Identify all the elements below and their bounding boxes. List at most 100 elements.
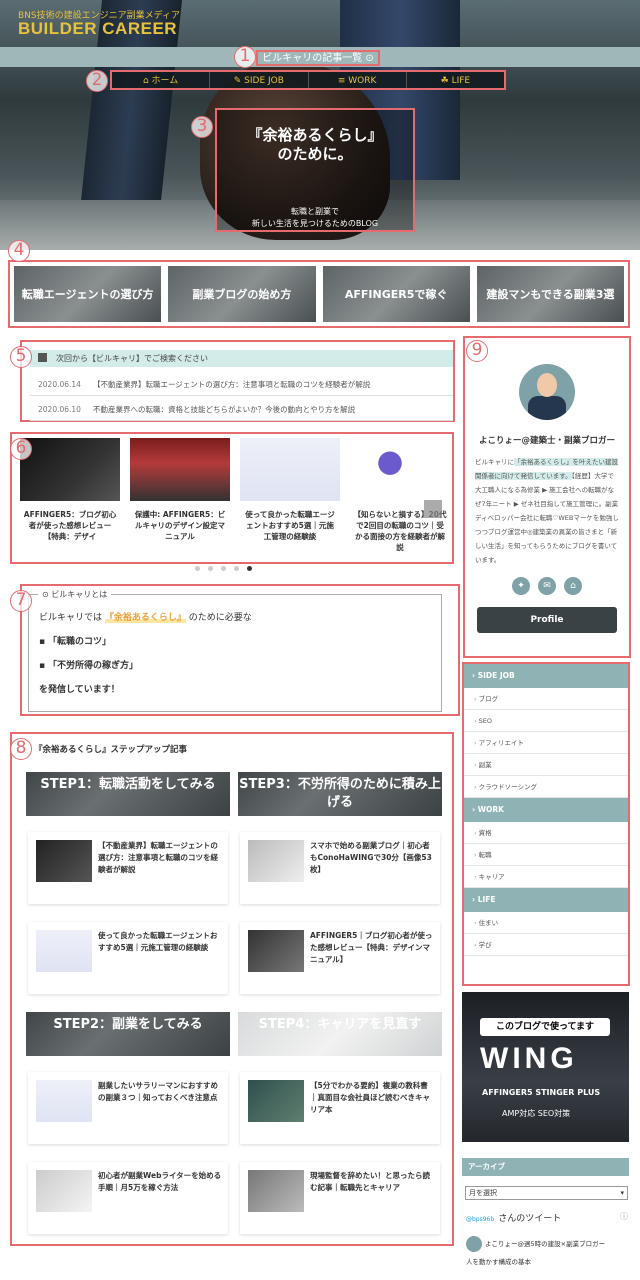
annotation-8: 8 [10, 738, 32, 760]
annotation-2: 2 [86, 70, 108, 92]
news-title: 【不動産業界】転職エージェントの選び方：注意事項と転職のコツを経験者が解説 [92, 380, 371, 389]
archive-select-value: 月を選択 [469, 1189, 497, 1197]
category-card[interactable]: 転職エージェントの選び方 [14, 266, 162, 322]
carousel-dot[interactable] [195, 566, 200, 571]
carousel-dot[interactable] [208, 566, 213, 571]
menu-item[interactable]: ブログ [464, 688, 628, 710]
avatar-body [528, 396, 566, 420]
card-thumbnail [20, 438, 120, 501]
info-icon[interactable]: ⓘ [620, 1211, 628, 1222]
stepup-section: 『余裕あるくらし』ステップアップ記事 STEP1：転職活動をしてみる STEP3… [10, 732, 454, 1246]
menu-item[interactable]: 副業 [464, 754, 628, 776]
card-title: AFFINGER5｜ブログ初心者が使った感想レビュー【特典：デザインマニュアル】 [310, 931, 433, 964]
step-header[interactable]: STEP1：転職活動をしてみる [26, 772, 230, 816]
carousel-card[interactable]: 【知らないと損する】20代で2回目の転職のコツ｜受かる面接の方を経験者が解説 [350, 438, 450, 553]
carousel-card[interactable]: AFFINGER5：ブログ初心者が使った感想レビュー【特典：デザイ [20, 438, 120, 542]
twitter-icon[interactable]: ✦ [512, 577, 530, 595]
profile-button[interactable]: Profile [477, 607, 617, 633]
archive-select[interactable]: 月を選択 ▾ [465, 1186, 628, 1200]
card-thumbnail [248, 1170, 304, 1212]
news-date: 2020.06.14 [38, 380, 81, 389]
twitter-title-text: さんのツイート [498, 1214, 562, 1224]
mail-icon[interactable]: ✉ [538, 577, 556, 595]
nav-side-job[interactable]: ✎ SIDE JOB [210, 72, 309, 88]
nav-work[interactable]: ≡ WORK [309, 72, 407, 88]
article-card[interactable]: 使って良かった転職エージェントおすすめ5選｜元施工管理の経験談 [28, 922, 228, 994]
category-card[interactable]: AFFINGER5で稼ぐ [322, 266, 470, 322]
carousel-dot[interactable] [234, 566, 239, 571]
about-line: を発信しています！ [39, 683, 431, 697]
profile-name: よこりょー@建築士・副業ブロガー [478, 436, 615, 446]
article-list-link[interactable]: ビルキャリの記事一覧 ⊙ [256, 50, 380, 66]
banner-line: AMP対応 SEO対策 [502, 1109, 571, 1118]
about-item: ▪ 「転職のコツ」 [39, 637, 111, 647]
news-row[interactable]: 2020.06.10 不動産業界への転職：資格と技能どちらがよいか？今後の動向とや… [30, 396, 453, 421]
card-title: 副業したいサラリーマンにおすすめの副業３つ｜知っておくべき注意点 [98, 1081, 218, 1102]
article-card[interactable]: 現場監督を辞めたい！と思ったら読む記事｜転職先とキャリア [240, 1162, 440, 1234]
menu-item[interactable]: アフィリエイト [464, 732, 628, 754]
article-card[interactable]: 副業したいサラリーマンにおすすめの副業３つ｜知っておくべき注意点 [28, 1072, 228, 1144]
bio-text: ビルキャリに [475, 458, 514, 466]
tweet[interactable]: よこりょー@週5時の建設×副業ブロガー 人を動かす構成の基本 [466, 1236, 628, 1266]
avatar [519, 364, 575, 420]
hero-title-2: のために。 [277, 145, 353, 163]
tweet-user: よこりょー@週5時の建設×副業ブロガー [485, 1240, 606, 1248]
card-title: スマホで始める副業ブログ｜初心者もConoHaWINGで30分【画像53枚】 [310, 841, 432, 874]
carousel-card[interactable]: 保護中: AFFINGER5：ビルキャリのデザイン設定マニュアル [130, 438, 230, 542]
menu-heading[interactable]: › SIDE JOB [464, 664, 628, 688]
archive-heading: アーカイブ [462, 1158, 629, 1176]
step-header[interactable]: STEP2：副業をしてみる [26, 1012, 230, 1056]
article-card[interactable]: スマホで始める副業ブログ｜初心者もConoHaWINGで30分【画像53枚】 [240, 832, 440, 904]
news-title: 不動産業界への転職：資格と技能どちらがよいか？今後の動向とやり方を解説 [92, 405, 356, 414]
about-item-text: 「不労所得の稼ぎ方」 [47, 661, 138, 671]
about-text: のために必要な [188, 613, 252, 623]
menu-heading[interactable]: › WORK [464, 798, 628, 822]
annotation-7: 7 [10, 590, 32, 612]
carousel-card[interactable]: 使って良かった転職エージェントおすすめ5選｜元施工管理の経験談 [240, 438, 340, 542]
wing-banner[interactable]: このブログで使ってます WING AFFINGER5 STINGER PLUS … [462, 992, 629, 1142]
category-card[interactable]: 副業ブログの始め方 [168, 266, 316, 322]
article-card[interactable]: 【5分でわかる要約】複業の教科書｜真面目な会社員ほど読むべきキャリア本 [240, 1072, 440, 1144]
menu-item[interactable]: キャリア [464, 866, 628, 888]
article-card[interactable]: 【不動産業界】転職エージェントの選び方：注意事項と転職のコツを経験者が解説 [28, 832, 228, 904]
banner-word: WING [480, 1042, 578, 1075]
news-row[interactable]: 2020.06.14 【不動産業界】転職エージェントの選び方：注意事項と転職のコツ… [30, 371, 453, 396]
menu-item[interactable]: SEO [464, 710, 628, 732]
stepup-title: 『余裕あるくらし』ステップアップ記事 [34, 745, 188, 755]
menu-item[interactable]: 資格 [464, 822, 628, 844]
home-icon[interactable]: ⌂ [564, 577, 582, 595]
twitter-handle[interactable]: @bps96b [466, 1216, 494, 1223]
about-line: ビルキャリでは 『余裕あるくらし』 のために必要な [39, 611, 431, 625]
step-header[interactable]: STEP4：キャリアを見直す [238, 1012, 442, 1056]
step-header[interactable]: STEP3：不労所得のために積み上げる [238, 772, 442, 816]
notice-icon [38, 353, 47, 362]
card-title: 初心者が副業Webライターを始める手順｜月5万を稼ぐ方法 [98, 1171, 222, 1192]
card-thumbnail [240, 438, 340, 501]
about-label: ⊙ ビルキャリとは [38, 589, 112, 600]
carousel-dot[interactable] [221, 566, 226, 571]
nav-life[interactable]: ☘ LIFE [407, 72, 504, 88]
article-card[interactable]: 初心者が副業Webライターを始める手順｜月5万を稼ぐ方法 [28, 1162, 228, 1234]
site-logo[interactable]: BUILDER CAREER [18, 19, 177, 39]
menu-item[interactable]: 住まい [464, 912, 628, 934]
menu-item[interactable]: クラウドソーシング [464, 776, 628, 798]
carousel-next-button[interactable] [424, 500, 442, 518]
nav-home[interactable]: ⌂ ホーム [112, 72, 211, 88]
profile-bio: ビルキャリに「余裕あるくらし」を叶えたい建設関係者に向けて発信しています。【経歴… [465, 449, 629, 567]
menu-item[interactable]: 学び [464, 934, 628, 956]
article-card[interactable]: AFFINGER5｜ブログ初心者が使った感想レビュー【特典：デザインマニュアル】 [240, 922, 440, 994]
hero-sub-2: 新しい生活を見つけるためのBLOG [251, 219, 379, 228]
banner-line: AFFINGER5 STINGER PLUS [482, 1088, 601, 1097]
category-card[interactable]: 建設マンもできる副業3選 [476, 266, 624, 322]
card-thumbnail [36, 1170, 92, 1212]
chevron-down-icon: ▾ [620, 1189, 624, 1197]
news-box: 次回から【ビルキャリ】でご検索ください 2020.06.14 【不動産業界】転職エ… [20, 340, 455, 422]
menu-item[interactable]: 転職 [464, 844, 628, 866]
card-thumbnail [36, 1080, 92, 1122]
news-header: 次回から【ビルキャリ】でご検索ください [30, 350, 453, 367]
menu-heading[interactable]: › LIFE [464, 888, 628, 912]
carousel-dot[interactable] [247, 566, 252, 571]
annotation-3: 3 [191, 116, 213, 138]
carousel-dots [195, 566, 252, 571]
category-row: 転職エージェントの選び方 副業ブログの始め方 AFFINGER5で稼ぐ 建設マン… [8, 260, 630, 328]
